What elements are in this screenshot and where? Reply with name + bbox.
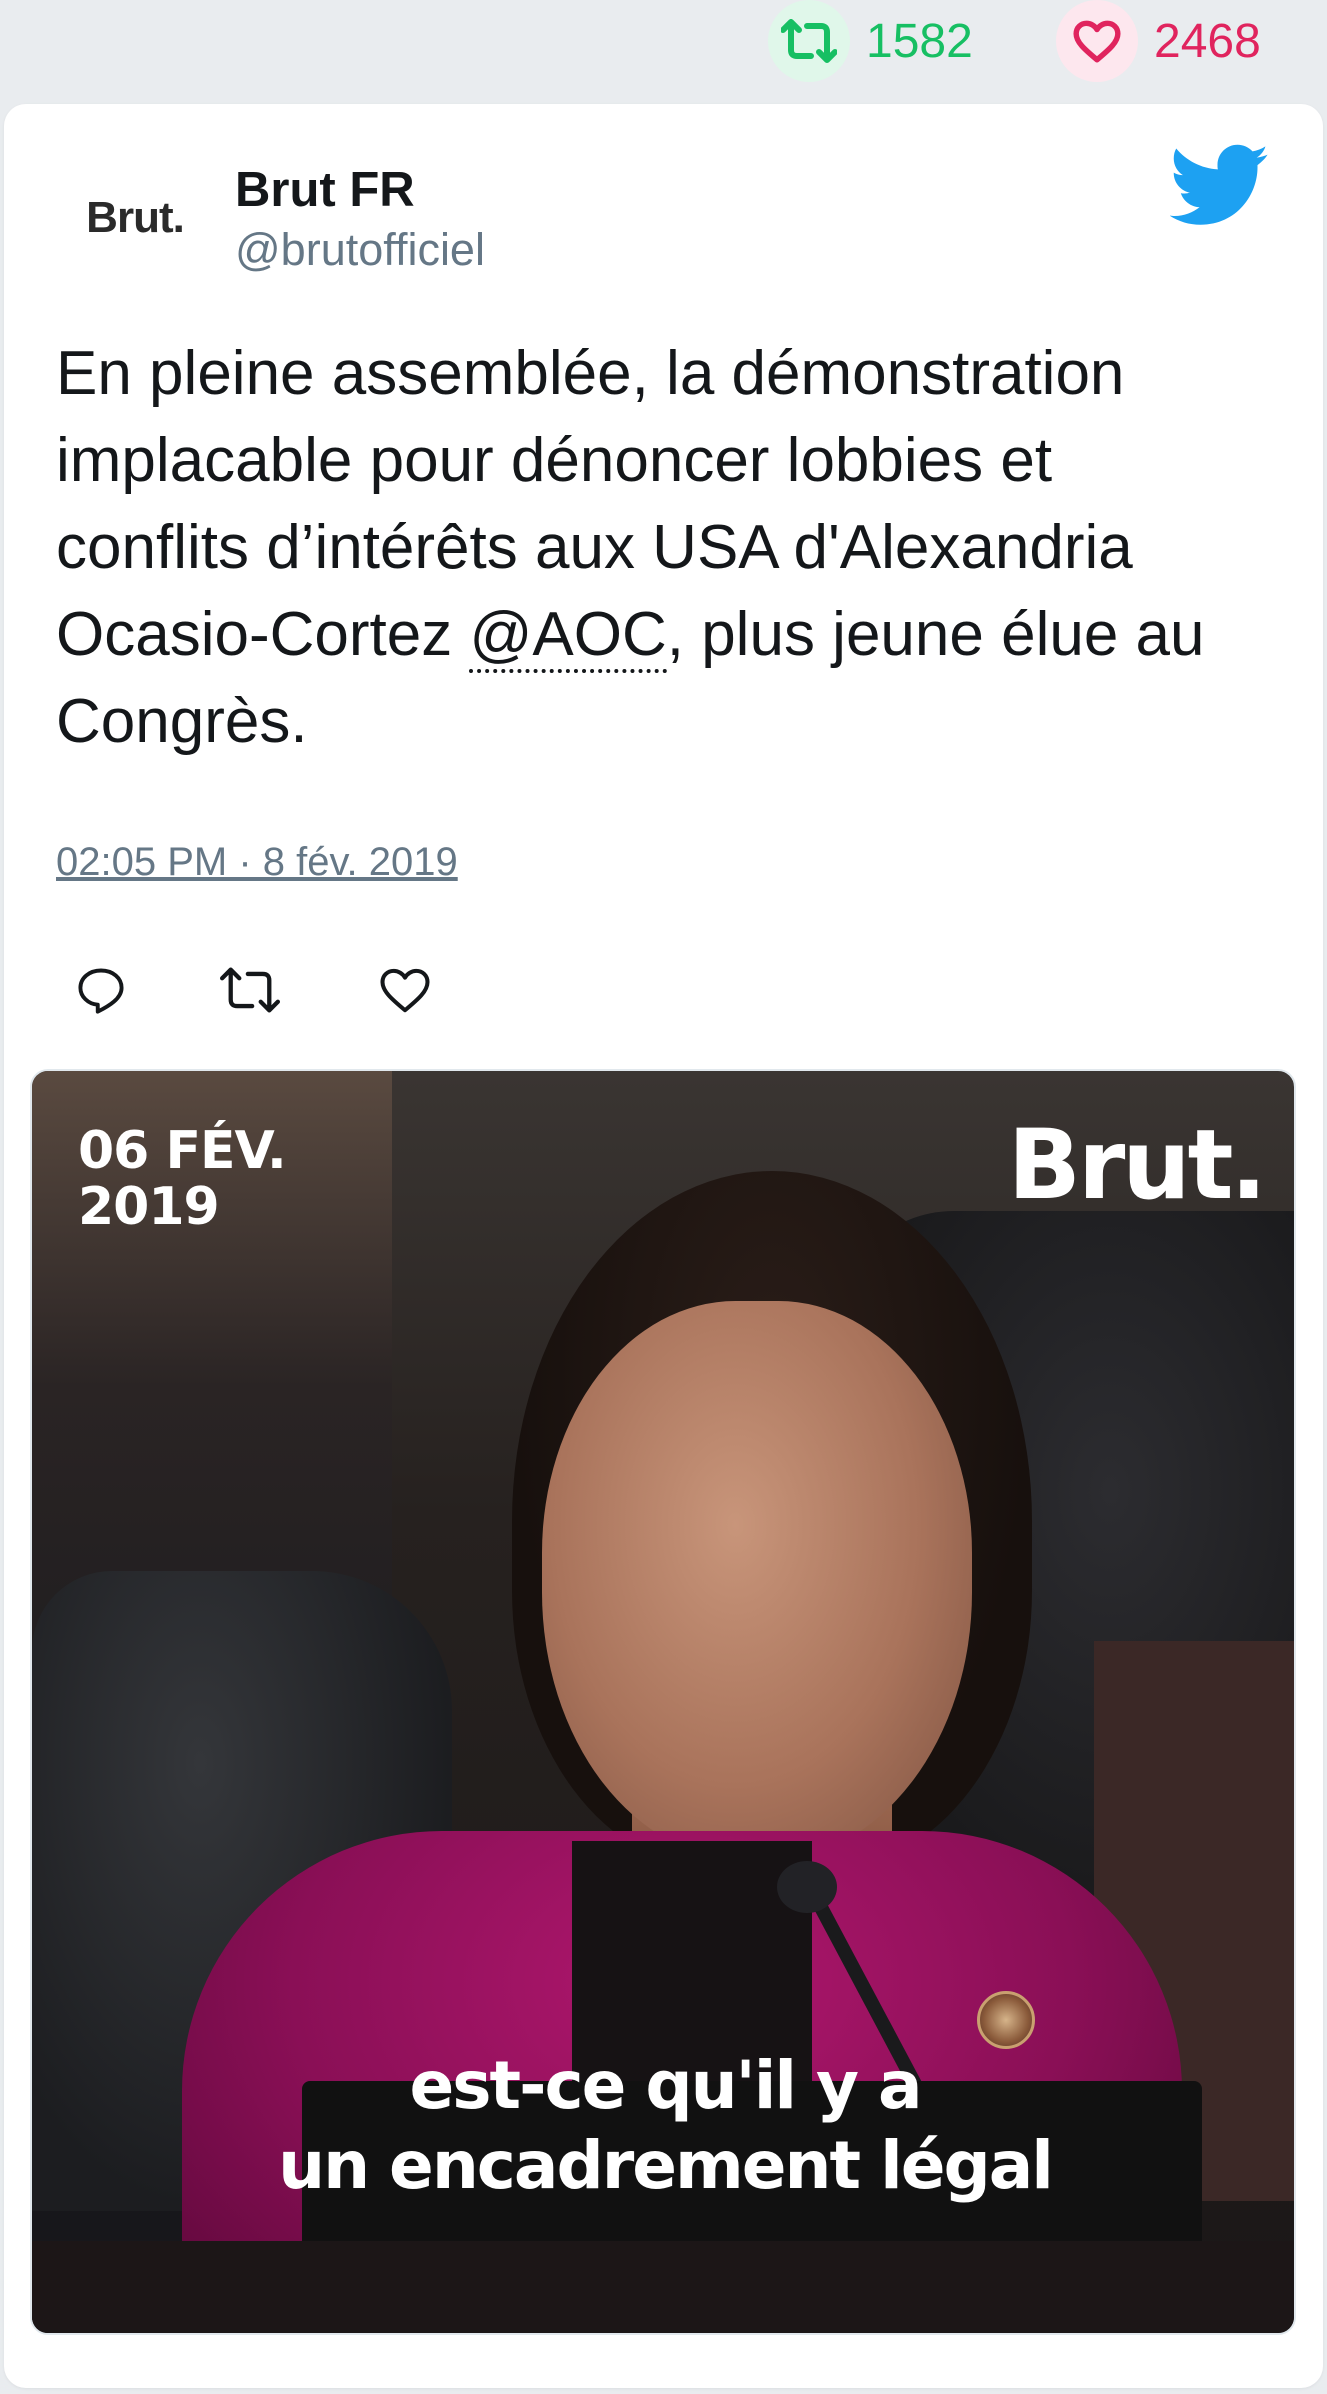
timestamp-link[interactable]: 02:05 PM · 8 fév. 2019 [56, 840, 458, 885]
video-subtitle: est-ce qu'il y a un encadrement légal [32, 2046, 1294, 2206]
tweet-text: En pleine assemblée, la démonstration im… [56, 330, 1256, 765]
retweet-button[interactable] [215, 955, 285, 1025]
heart-icon [1056, 0, 1138, 82]
retweet-count-stat[interactable]: 1582 [768, 0, 973, 82]
video-microphone [777, 1861, 837, 1913]
like-count-stat[interactable]: 2468 [1056, 0, 1261, 82]
retweet-icon [768, 0, 850, 82]
like-count: 2468 [1154, 14, 1261, 68]
author-name[interactable]: Brut FR [235, 162, 415, 218]
video-congress-pin [977, 1991, 1035, 2049]
retweet-icon [220, 967, 280, 1013]
avatar[interactable]: Brut. [50, 150, 220, 286]
video-desk [32, 2241, 1294, 2333]
like-button[interactable] [370, 955, 440, 1025]
video-subtitle-line1: est-ce qu'il y a [409, 2047, 922, 2124]
retweet-count: 1582 [866, 14, 973, 68]
reply-button[interactable] [66, 955, 136, 1025]
video-logo: Brut. [1007, 1109, 1267, 1221]
author-handle[interactable]: @brutofficiel [235, 224, 485, 276]
tweet-video-thumbnail[interactable]: 06 FÉV. 2019 Brut. est-ce qu'il y a un e… [30, 1069, 1296, 2335]
video-subtitle-line2: un encadrement légal [278, 2127, 1054, 2204]
mention-link[interactable]: @AOC [469, 600, 667, 673]
video-date-overlay: 06 FÉV. 2019 [78, 1121, 287, 1237]
reply-icon [78, 968, 124, 1014]
like-icon [380, 968, 430, 1013]
tweet-stats-bar: 1582 2468 [0, 0, 1327, 100]
video-person-face [542, 1301, 972, 1861]
twitter-bird-icon[interactable] [1169, 142, 1270, 230]
video-date-line2: 2019 [78, 1177, 220, 1237]
video-date-line1: 06 FÉV. [78, 1121, 287, 1181]
